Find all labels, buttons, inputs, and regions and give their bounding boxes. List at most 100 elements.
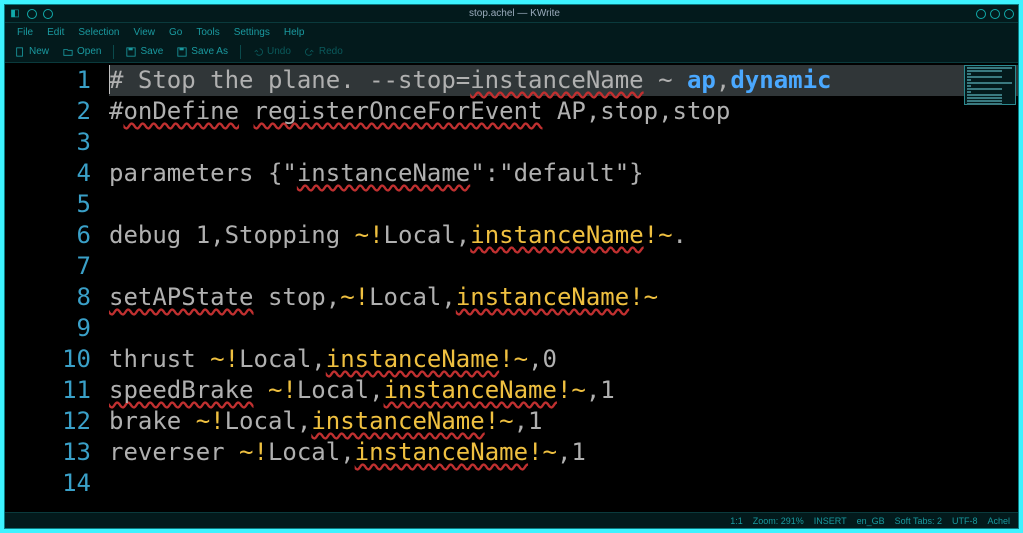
minimap[interactable]	[964, 65, 1016, 105]
code-token: ,1	[586, 376, 615, 404]
line-number: 11	[5, 375, 91, 406]
code-token: Local,	[268, 438, 355, 466]
editor[interactable]: 1234567891011121314 # Stop the plane. --…	[5, 63, 1018, 512]
code-token: AP,stop,stop	[542, 97, 730, 125]
code-token: instanceName	[456, 283, 629, 311]
maximize-icon[interactable]	[990, 9, 1000, 19]
code-token: instanceName	[355, 438, 528, 466]
code-token: ":"default"}	[470, 159, 643, 187]
code-token: ~!	[340, 283, 369, 311]
code-token: ,1	[514, 407, 543, 435]
status-mode[interactable]: INSERT	[814, 516, 847, 526]
code-token: .	[673, 221, 687, 249]
save-as-label: Save As	[191, 46, 228, 57]
line-number: 7	[5, 251, 91, 282]
close-icon[interactable]	[1004, 9, 1014, 19]
code-line[interactable]: brake ~!Local,instanceName!~,1	[109, 406, 1018, 437]
menubar: File Edit Selection View Go Tools Settin…	[5, 23, 1018, 41]
code-token: Local,	[239, 345, 326, 373]
code-token: Local,	[369, 283, 456, 311]
open-button[interactable]: Open	[57, 44, 107, 59]
code-token: Local,	[225, 407, 312, 435]
code-line[interactable]: #onDefine registerOnceForEvent AP,stop,s…	[109, 96, 1018, 127]
code-token: reverser	[109, 438, 239, 466]
undo-button[interactable]: Undo	[247, 44, 297, 59]
menu-edit[interactable]: Edit	[41, 25, 70, 40]
code-token: Local,	[384, 221, 471, 249]
save-icon	[126, 47, 136, 57]
code-line[interactable]	[109, 313, 1018, 344]
code-line[interactable]	[109, 468, 1018, 499]
window-title: stop.achel — KWrite	[53, 8, 976, 19]
pin-icon[interactable]	[27, 9, 37, 19]
menu-file[interactable]: File	[11, 25, 39, 40]
line-number: 9	[5, 313, 91, 344]
save-as-button[interactable]: Save As	[171, 44, 234, 59]
code-token: onDefine	[123, 97, 239, 125]
code-token: dynamic	[730, 66, 831, 94]
code-line[interactable]	[109, 189, 1018, 220]
statusbar: 1:1 Zoom: 291% INSERT en_GB Soft Tabs: 2…	[5, 512, 1018, 528]
code-line[interactable]: parameters {"instanceName":"default"}	[109, 158, 1018, 189]
status-locale[interactable]: en_GB	[857, 516, 885, 526]
open-label: Open	[77, 46, 101, 57]
menu-view[interactable]: View	[128, 25, 162, 40]
code-token: !~	[557, 376, 586, 404]
status-encoding[interactable]: UTF-8	[952, 516, 978, 526]
app-menu-icon[interactable]: ◧	[9, 8, 21, 20]
code-token: !~	[644, 221, 673, 249]
code-line[interactable]: reverser ~!Local,instanceName!~,1	[109, 437, 1018, 468]
line-number: 5	[5, 189, 91, 220]
menu-help[interactable]: Help	[278, 25, 311, 40]
line-number-gutter: 1234567891011121314	[5, 63, 105, 512]
line-number: 14	[5, 468, 91, 499]
menu-settings[interactable]: Settings	[228, 25, 276, 40]
ontop-icon[interactable]	[43, 9, 53, 19]
code-token: !~	[629, 283, 658, 311]
save-label: Save	[140, 46, 163, 57]
status-cursor[interactable]: 1:1	[730, 516, 743, 526]
code-token: ,	[716, 66, 730, 94]
code-line[interactable]: # Stop the plane. --stop=instanceName ~ …	[109, 65, 1018, 96]
code-token: setAPState	[109, 283, 254, 311]
app-window: ◧ stop.achel — KWrite File Edit Selectio…	[4, 4, 1019, 529]
code-token: parameters {"	[109, 159, 297, 187]
code-area[interactable]: # Stop the plane. --stop=instanceName ~ …	[105, 63, 1018, 512]
new-button[interactable]: New	[9, 44, 55, 59]
code-line[interactable]	[109, 251, 1018, 282]
line-number: 10	[5, 344, 91, 375]
save-button[interactable]: Save	[120, 44, 169, 59]
code-token: # Stop the plane. --stop=	[109, 66, 470, 94]
menu-selection[interactable]: Selection	[72, 25, 125, 40]
status-syntax[interactable]: Achel	[987, 516, 1010, 526]
undo-label: Undo	[267, 46, 291, 57]
menu-tools[interactable]: Tools	[190, 25, 225, 40]
code-token: ~!	[239, 438, 268, 466]
menu-go[interactable]: Go	[163, 25, 188, 40]
code-line[interactable]	[109, 127, 1018, 158]
code-line[interactable]: setAPState stop,~!Local,instanceName!~	[109, 282, 1018, 313]
code-token: ~!	[355, 221, 384, 249]
code-line[interactable]: thrust ~!Local,instanceName!~,0	[109, 344, 1018, 375]
redo-button[interactable]: Redo	[299, 44, 349, 59]
status-tabs[interactable]: Soft Tabs: 2	[895, 516, 942, 526]
status-zoom[interactable]: Zoom: 291%	[753, 516, 804, 526]
save-as-icon	[177, 47, 187, 57]
code-line[interactable]: debug 1,Stopping ~!Local,instanceName!~.	[109, 220, 1018, 251]
open-folder-icon	[63, 47, 73, 57]
code-token: instanceName	[326, 345, 499, 373]
code-token: instanceName	[297, 159, 470, 187]
line-number: 1	[5, 65, 91, 96]
minimize-icon[interactable]	[976, 9, 986, 19]
redo-icon	[305, 47, 315, 57]
code-token: !~	[528, 438, 557, 466]
line-number: 13	[5, 437, 91, 468]
code-token: thrust	[109, 345, 210, 373]
text-cursor	[109, 65, 110, 94]
code-token: speedBrake	[109, 376, 254, 404]
code-token: ~!	[268, 376, 297, 404]
code-token: ,1	[557, 438, 586, 466]
code-line[interactable]: speedBrake ~!Local,instanceName!~,1	[109, 375, 1018, 406]
toolbar-separator	[240, 45, 241, 59]
code-token: ~!	[196, 407, 225, 435]
